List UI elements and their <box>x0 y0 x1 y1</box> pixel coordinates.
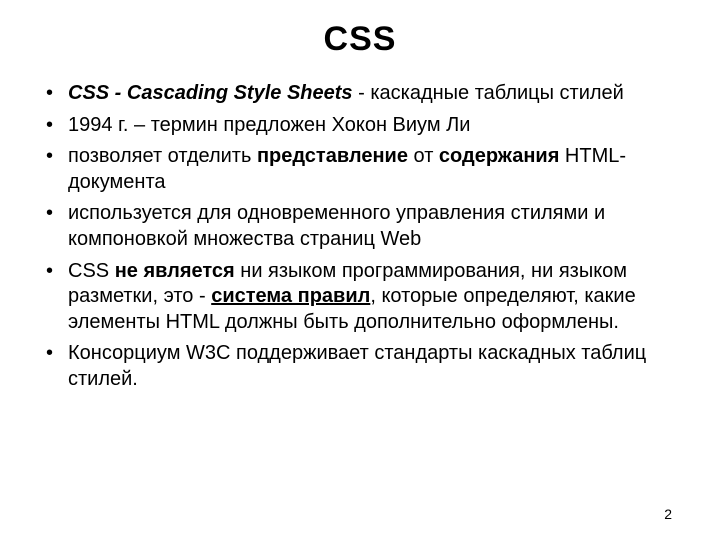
text: 1994 г. – термин предложен Хокон Виум Ли <box>68 114 470 136</box>
text: позволяет отделить <box>68 145 257 167</box>
list-item: Консорциум W3C поддерживает стандарты ка… <box>40 341 680 392</box>
text-bold: представление <box>257 145 408 167</box>
text: CSS <box>68 260 115 282</box>
list-item: позволяет отделить представление от соде… <box>40 144 680 195</box>
text-bold: содержания <box>439 145 559 167</box>
text: Консорциум W3C поддерживает стандарты ка… <box>68 342 646 390</box>
list-item: CSS не является ни языком программирован… <box>40 259 680 336</box>
text-bold-underline: система правил <box>211 285 370 307</box>
bullet-list: CSS - Cascading Style Sheets - каскадные… <box>40 81 680 393</box>
text: - каскадные таблицы стилей <box>353 82 624 104</box>
text-bold-italic: CSS - Cascading Style Sheets <box>68 82 353 104</box>
text: используется для одновременного управлен… <box>68 202 605 250</box>
list-item: CSS - Cascading Style Sheets - каскадные… <box>40 81 680 107</box>
list-item: 1994 г. – термин предложен Хокон Виум Ли <box>40 113 680 139</box>
text: от <box>408 145 439 167</box>
slide-title: CSS <box>40 20 680 59</box>
page-number: 2 <box>664 506 672 522</box>
text-bold: не является <box>115 260 235 282</box>
list-item: используется для одновременного управлен… <box>40 201 680 252</box>
